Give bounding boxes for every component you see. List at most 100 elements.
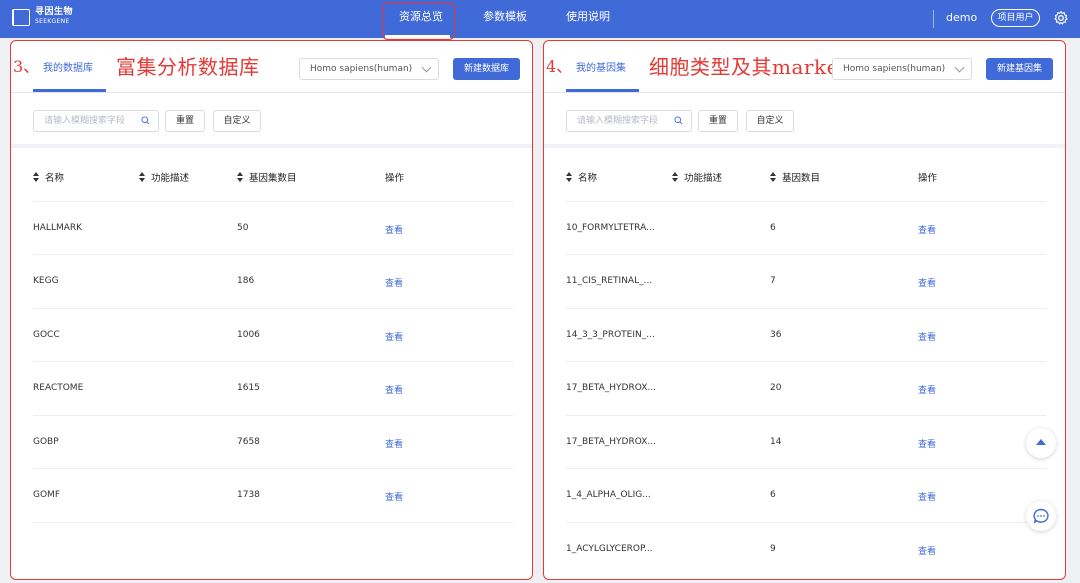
annotation-label: 富集分析数据库 bbox=[116, 55, 260, 79]
column-description[interactable]: 功能描述 bbox=[139, 170, 189, 184]
gear-icon[interactable] bbox=[1053, 10, 1069, 26]
row-count: 14 bbox=[770, 437, 782, 447]
table-row[interactable]: 1_4_ALPHA_OLIG... 6 查看 bbox=[566, 468, 1046, 521]
custom-button[interactable]: 自定义 bbox=[213, 110, 261, 132]
table-row[interactable]: REACTOME 1615 查看 bbox=[33, 361, 513, 414]
view-link[interactable]: 查看 bbox=[918, 490, 936, 503]
view-link[interactable]: 查看 bbox=[918, 330, 936, 343]
column-name-label: 名称 bbox=[45, 173, 65, 184]
tab-active-indicator bbox=[33, 89, 106, 92]
reset-button[interactable]: 重置 bbox=[165, 110, 205, 132]
search-icon[interactable] bbox=[674, 116, 683, 125]
view-link[interactable]: 查看 bbox=[918, 223, 936, 236]
chat-button[interactable] bbox=[1026, 501, 1056, 531]
row-name: 17_BETA_HYDROX... bbox=[566, 383, 656, 393]
row-name: GOMF bbox=[33, 490, 60, 500]
tab-active-indicator bbox=[566, 89, 639, 92]
view-link[interactable]: 查看 bbox=[918, 276, 936, 289]
table-row[interactable]: 10_FORMYLTETRA... 6 查看 bbox=[566, 201, 1046, 254]
column-name-label: 名称 bbox=[578, 173, 598, 184]
tab-my-database[interactable]: 我的数据库 bbox=[43, 59, 93, 74]
table-row[interactable]: KEGG 186 查看 bbox=[33, 254, 513, 307]
row-name: 14_3_3_PROTEIN_... bbox=[566, 330, 655, 340]
sort-icon[interactable] bbox=[770, 172, 777, 182]
custom-button[interactable]: 自定义 bbox=[746, 110, 794, 132]
row-count: 186 bbox=[237, 276, 255, 286]
cell-type-marker-panel: 4、 我的基因集 细胞类型及其marker Homo sapiens(human… bbox=[543, 40, 1066, 580]
row-count: 36 bbox=[770, 330, 782, 340]
table-header: 名称 功能描述 基因集数目 操作 bbox=[11, 152, 532, 200]
sort-icon[interactable] bbox=[33, 172, 40, 182]
row-count: 20 bbox=[770, 383, 782, 393]
view-link[interactable]: 查看 bbox=[385, 490, 403, 503]
column-gene-count[interactable]: 基因数目 bbox=[770, 170, 820, 184]
view-link[interactable]: 查看 bbox=[385, 383, 403, 396]
view-link[interactable]: 查看 bbox=[385, 437, 403, 450]
row-name: HALLMARK bbox=[33, 223, 83, 233]
row-count: 1006 bbox=[237, 330, 260, 340]
view-link[interactable]: 查看 bbox=[918, 383, 936, 396]
reset-button[interactable]: 重置 bbox=[698, 110, 738, 132]
search-input[interactable]: 请输入模糊搜索字段 bbox=[566, 110, 692, 132]
table-row[interactable]: GOCC 1006 查看 bbox=[33, 308, 513, 361]
view-link[interactable]: 查看 bbox=[918, 437, 936, 450]
column-gene-count-label: 基因数目 bbox=[782, 173, 821, 184]
logo[interactable]: 寻因生物 SEEKGENE bbox=[12, 8, 73, 26]
search-input[interactable]: 请输入模糊搜索字段 bbox=[33, 110, 159, 132]
nav-parameter-templates[interactable]: 参数模板 bbox=[483, 0, 527, 38]
nav-divider bbox=[933, 10, 934, 28]
panel-header: 3、 我的数据库 富集分析数据库 Homo sapiens(human) 新建数… bbox=[11, 41, 532, 93]
role-badge[interactable]: 项目用户 bbox=[991, 9, 1040, 27]
sort-icon[interactable] bbox=[566, 172, 573, 182]
row-count: 6 bbox=[770, 223, 776, 233]
table-row[interactable]: HALLMARK 50 查看 bbox=[33, 201, 513, 254]
view-link[interactable]: 查看 bbox=[385, 330, 403, 343]
table-row[interactable]: 17_BETA_HYDROX... 20 查看 bbox=[566, 361, 1046, 414]
species-select[interactable]: Homo sapiens(human) bbox=[832, 58, 972, 80]
table-row[interactable]: GOBP 7658 查看 bbox=[33, 415, 513, 468]
new-geneset-button[interactable]: 新建基因集 bbox=[986, 58, 1053, 80]
logo-text-cn: 寻因生物 bbox=[35, 7, 74, 17]
row-count: 7658 bbox=[237, 437, 260, 447]
scroll-top-button[interactable] bbox=[1026, 428, 1056, 458]
sort-icon[interactable] bbox=[672, 172, 679, 182]
row-count: 1615 bbox=[237, 383, 260, 393]
column-action: 操作 bbox=[918, 173, 938, 184]
column-name[interactable]: 名称 bbox=[33, 170, 64, 184]
logo-icon bbox=[12, 8, 30, 26]
nav-instructions[interactable]: 使用说明 bbox=[566, 0, 610, 38]
species-select[interactable]: Homo sapiens(human) bbox=[299, 58, 439, 80]
species-select-value: Homo sapiens(human) bbox=[843, 64, 946, 74]
row-name: REACTOME bbox=[33, 383, 84, 393]
tab-my-genesets[interactable]: 我的基因集 bbox=[576, 59, 626, 74]
table-row[interactable]: 1_ACYLGLYCEROP... 9 查看 bbox=[566, 522, 1046, 575]
table-row[interactable]: 17_BETA_HYDROX... 14 查看 bbox=[566, 415, 1046, 468]
row-name: KEGG bbox=[33, 276, 59, 286]
view-link[interactable]: 查看 bbox=[918, 544, 936, 557]
chat-icon bbox=[1033, 508, 1049, 524]
column-description[interactable]: 功能描述 bbox=[672, 170, 722, 184]
table-row[interactable]: 11_CIS_RETINAL_... 7 查看 bbox=[566, 254, 1046, 307]
column-description-label: 功能描述 bbox=[684, 173, 723, 184]
column-geneset-count[interactable]: 基因集数目 bbox=[237, 170, 297, 184]
panel-header: 4、 我的基因集 细胞类型及其marker Homo sapiens(human… bbox=[544, 41, 1065, 93]
column-name[interactable]: 名称 bbox=[566, 170, 597, 184]
view-link[interactable]: 查看 bbox=[385, 223, 403, 236]
view-link[interactable]: 查看 bbox=[385, 276, 403, 289]
table-row[interactable]: GOMF 1738 查看 bbox=[33, 468, 513, 521]
table-row[interactable]: 14_3_3_PROTEIN_... 36 查看 bbox=[566, 308, 1046, 361]
enrichment-database-panel: 3、 我的数据库 富集分析数据库 Homo sapiens(human) 新建数… bbox=[10, 40, 533, 580]
filter-bar: 请输入模糊搜索字段 重置 自定义 bbox=[11, 94, 532, 148]
search-icon[interactable] bbox=[141, 116, 150, 125]
row-name: 10_FORMYLTETRA... bbox=[566, 223, 655, 233]
new-database-button[interactable]: 新建数据库 bbox=[453, 58, 520, 80]
annotation-number: 3、 bbox=[13, 57, 40, 76]
column-action: 操作 bbox=[385, 173, 405, 184]
row-name: 1_ACYLGLYCEROP... bbox=[566, 544, 653, 554]
sort-icon[interactable] bbox=[237, 172, 244, 182]
chevron-down-icon bbox=[954, 62, 965, 73]
user-name[interactable]: demo bbox=[946, 0, 977, 38]
logo-text-en: SEEKGENE bbox=[35, 18, 70, 25]
row-count: 50 bbox=[237, 223, 249, 233]
sort-icon[interactable] bbox=[139, 172, 146, 182]
